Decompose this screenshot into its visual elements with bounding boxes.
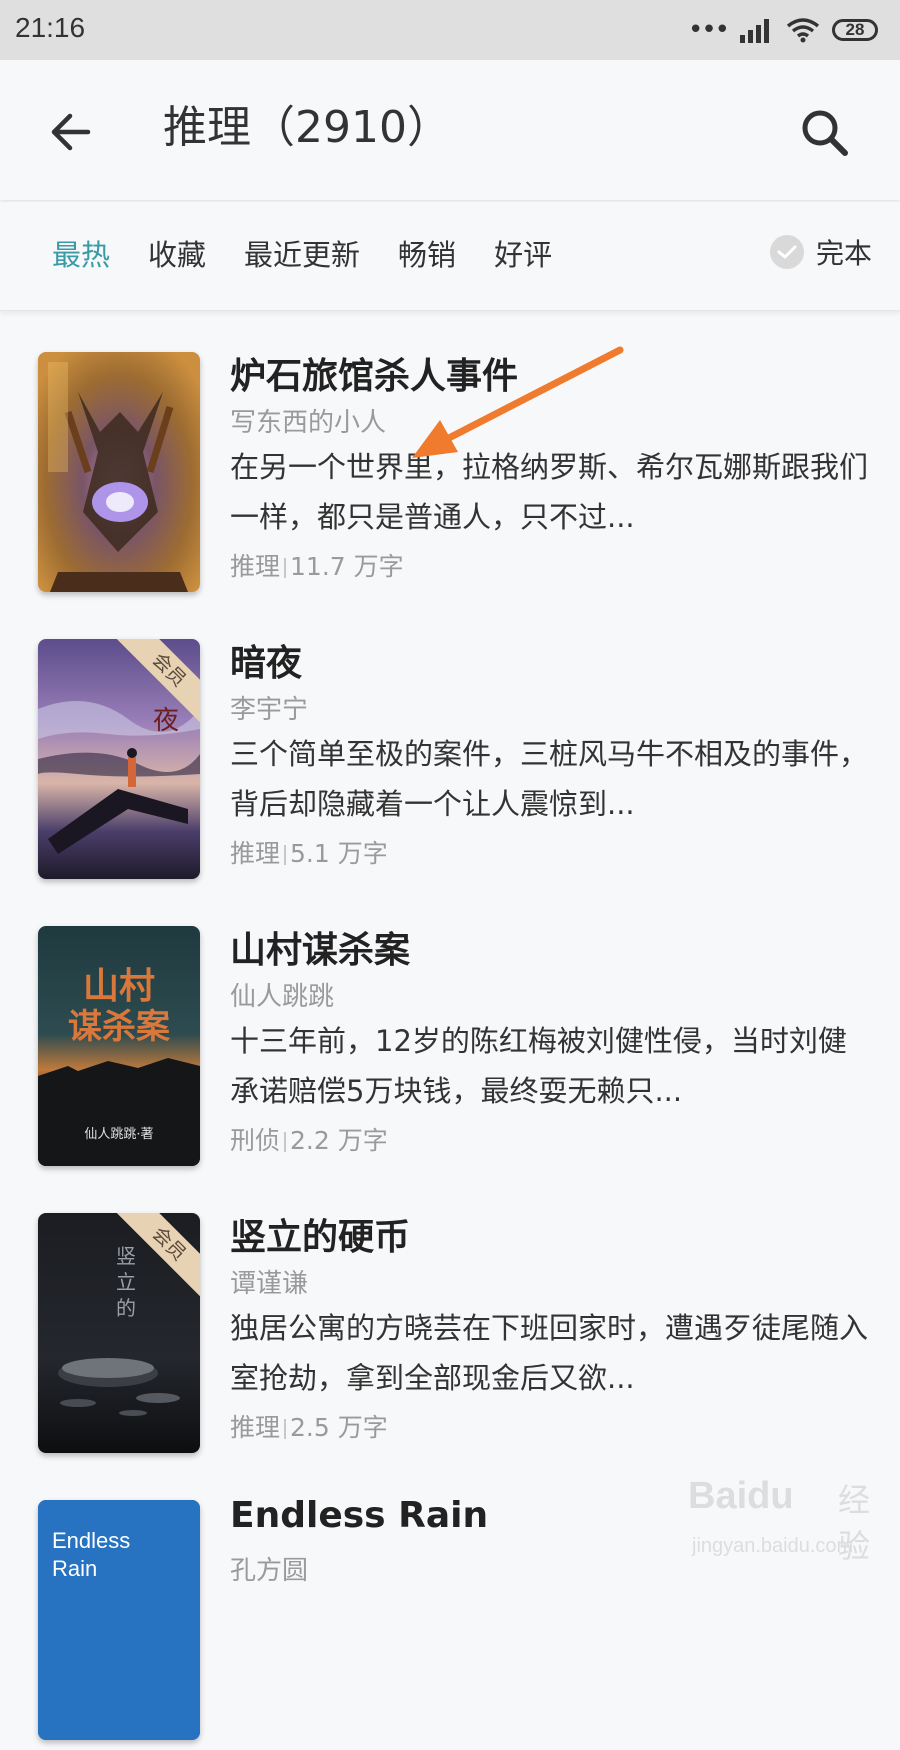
book-item[interactable]: 炉石旅馆杀人事件 写东西的小人 在另一个世界里，拉格纳罗斯、希尔瓦娜斯跟我们一样… — [0, 312, 900, 602]
cover-author: 仙人跳跳·著 — [84, 1127, 153, 1142]
tab-hottest[interactable]: 最热 — [52, 232, 110, 278]
svg-text:的: 的 — [116, 1296, 136, 1320]
cover-title-line-2: Rain — [52, 1556, 97, 1581]
book-author: 谭谨谦 — [230, 1269, 309, 1299]
book-cover — [38, 352, 200, 592]
cover-title-line-1: Endless — [52, 1528, 130, 1553]
search-button[interactable] — [790, 98, 860, 168]
book-word-count: 11.7 万字 — [290, 552, 404, 581]
meta-divider — [284, 558, 287, 578]
status-icons: ••• 28 — [688, 12, 878, 48]
book-cover: Endless Rain — [38, 1500, 200, 1740]
baidu-watermark: Baidu 经验 jingyan.baidu.com — [688, 1475, 888, 1585]
book-cover: 竖 立 的 会员 — [38, 1213, 200, 1453]
watermark-url: jingyan.baidu.com — [692, 1535, 854, 1557]
book-meta: 推理 2.5 万字 — [230, 1408, 388, 1444]
signal-icon — [740, 19, 769, 43]
book-category: 推理 — [230, 552, 281, 581]
tab-top-rated[interactable]: 好评 — [494, 232, 552, 278]
book-author: 仙人跳跳 — [230, 982, 335, 1012]
page-title: 推理（2910） — [163, 102, 451, 153]
svg-text:竖: 竖 — [116, 1244, 136, 1268]
filter-bar: 最热 收藏 最近更新 畅销 好评 完本 — [0, 202, 900, 311]
tab-favorites[interactable]: 收藏 — [148, 232, 206, 278]
complete-filter-toggle[interactable]: 完本 — [769, 232, 872, 272]
tab-bestselling[interactable]: 畅销 — [398, 232, 456, 278]
book-title: 山村谋杀案 — [230, 930, 411, 971]
book-title: 暗夜 — [230, 643, 303, 684]
book-description: 十三年前，12岁的陈红梅被刘健性侵，当时刘健承诺赔偿5万块钱，最终耍无赖只... — [230, 1024, 847, 1108]
book-category: 刑侦 — [230, 1126, 281, 1155]
cover-title-line-2: 谋杀案 — [68, 1007, 171, 1047]
book-item[interactable]: 山村 谋杀案 仙人跳跳·著 山村谋杀案 仙人跳跳 十三年前，12岁的陈红梅被刘健… — [0, 886, 900, 1176]
meta-divider — [284, 1419, 287, 1439]
status-time: 21:16 — [15, 12, 86, 43]
back-arrow-icon — [51, 113, 91, 151]
book-meta: 推理 5.1 万字 — [230, 834, 388, 870]
svg-text:夜: 夜 — [153, 706, 179, 736]
check-icon — [769, 235, 804, 269]
book-description: 独居公寓的方晓芸在下班回家时，遭遇歹徒尾随入室抢劫，拿到全部现金后又欲... — [230, 1311, 869, 1395]
book-category: 推理 — [230, 839, 281, 868]
book-title: Endless Rain — [230, 1495, 489, 1536]
book-word-count: 2.2 万字 — [290, 1126, 388, 1155]
app-bar: 推理（2910） — [0, 60, 900, 200]
more-dots-icon: ••• — [687, 15, 730, 45]
book-item[interactable]: 竖 立 的 会员 竖立的硬币 谭谨谦 独居公寓的方晓芸在下班回家时，遭遇歹徒尾随… — [0, 1173, 900, 1463]
book-title: 炉石旅馆杀人事件 — [230, 356, 519, 397]
cover-title-line-1: 山村 — [83, 965, 155, 1007]
meta-divider — [284, 845, 287, 865]
filter-tabs: 最热 收藏 最近更新 畅销 好评 — [52, 232, 552, 278]
book-cover: 夜 会员 — [38, 639, 200, 879]
back-button[interactable] — [40, 102, 100, 162]
book-title: 竖立的硬币 — [230, 1217, 411, 1258]
book-word-count: 2.5 万字 — [290, 1413, 388, 1442]
book-meta: 刑侦 2.2 万字 — [230, 1121, 388, 1157]
book-word-count: 5.1 万字 — [290, 839, 388, 868]
book-description: 在另一个世界里，拉格纳罗斯、希尔瓦娜斯跟我们一样，都只是普通人，只不过... — [230, 450, 869, 534]
book-meta: 推理 11.7 万字 — [230, 547, 404, 583]
status-bar: 21:16 ••• 28 — [0, 0, 900, 60]
book-category: 推理 — [230, 1413, 281, 1442]
watermark-brand: Baidu — [688, 1475, 794, 1517]
search-icon — [802, 110, 848, 156]
book-author: 李宇宁 — [230, 695, 309, 725]
tab-recently-updated[interactable]: 最近更新 — [244, 232, 360, 278]
book-item[interactable]: 夜 会员 暗夜 李宇宁 三个简单至极的案件，三桩风马牛不相及的事件，背后却隐藏着… — [0, 599, 900, 889]
battery-icon: 28 — [832, 19, 878, 41]
svg-text:立: 立 — [116, 1270, 136, 1294]
book-cover: 山村 谋杀案 仙人跳跳·著 — [38, 926, 200, 1166]
book-author: 孔方圆 — [230, 1556, 309, 1586]
book-author: 写东西的小人 — [230, 408, 387, 438]
book-description: 三个简单至极的案件，三桩风马牛不相及的事件，背后却隐藏着一个让人震惊到... — [230, 737, 869, 821]
meta-divider — [284, 1132, 287, 1152]
wifi-icon — [786, 18, 820, 43]
complete-label: 完本 — [815, 237, 872, 270]
